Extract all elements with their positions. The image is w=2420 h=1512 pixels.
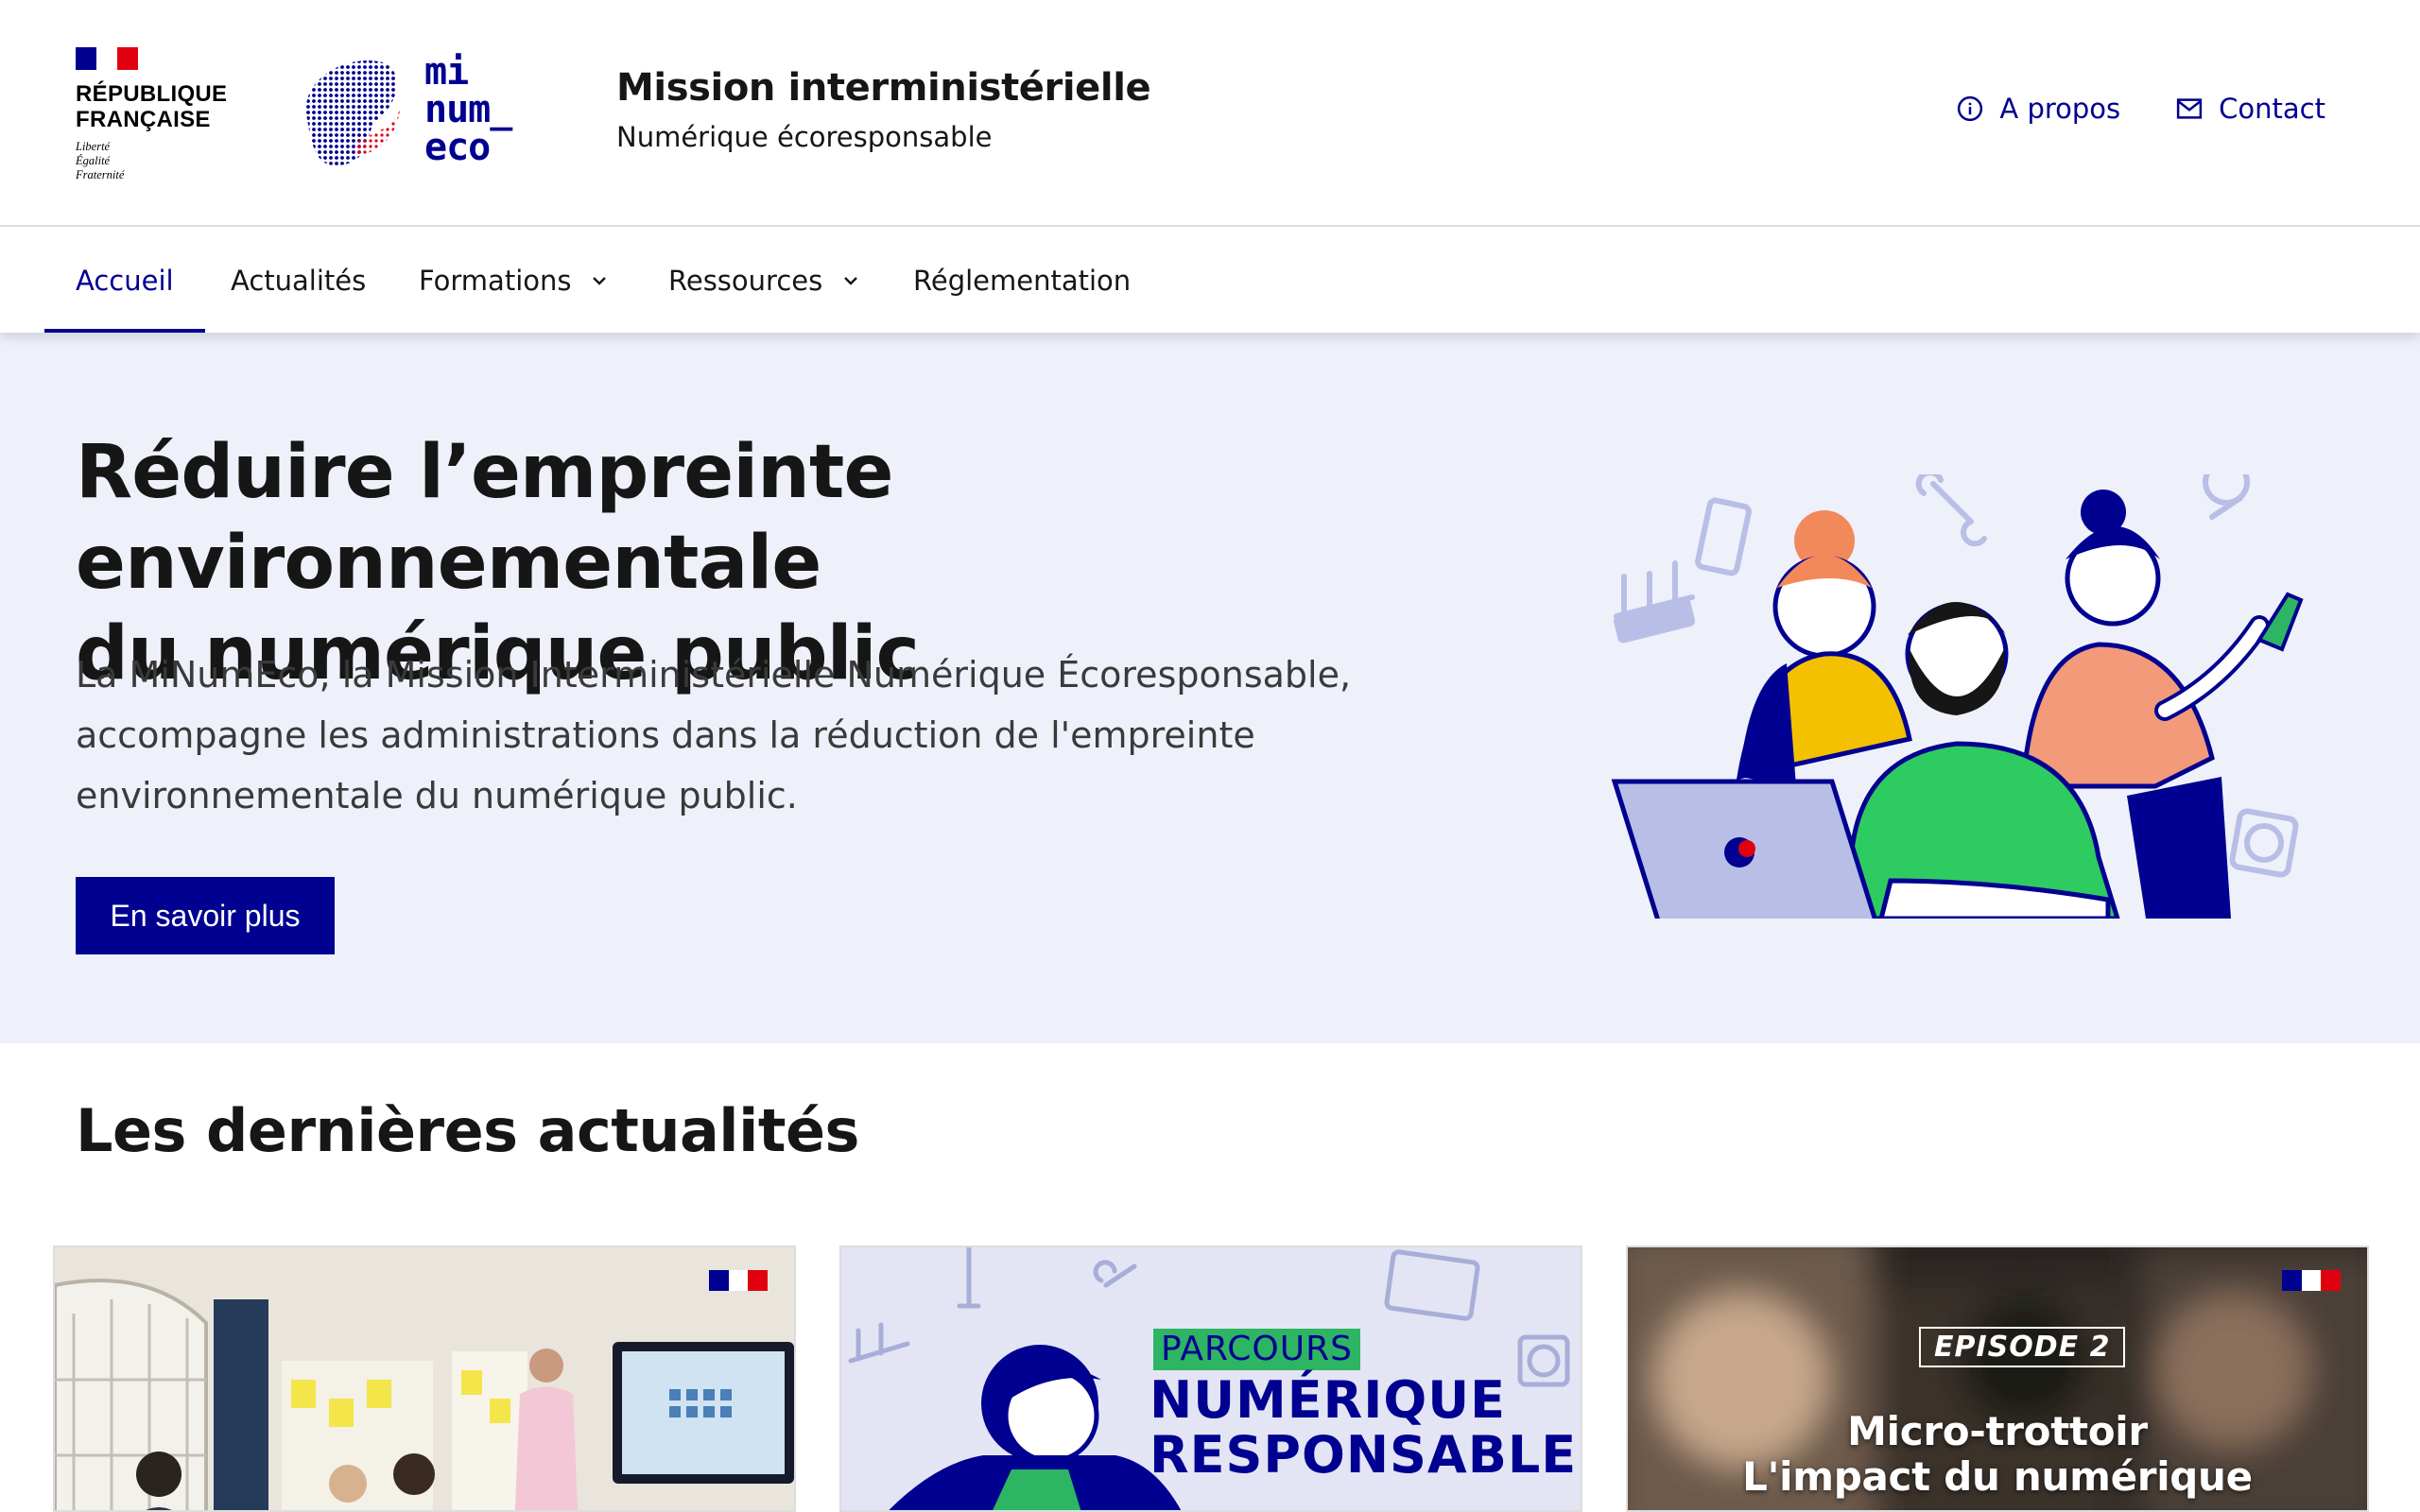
nav-item-actualites[interactable]: Actualités [231, 229, 366, 333]
parcours-label: PARCOURS [1153, 1329, 1360, 1370]
parcours-illustration: PARCOURS NUMÉRIQUE RESPONSABLE [841, 1247, 1581, 1510]
info-icon [1958, 95, 1983, 122]
french-flag-icon [2282, 1270, 2342, 1291]
hero-section: Réduire l’empreinte environnementale du … [0, 333, 2420, 1043]
video-title-line-2: L'impact du numérique [1742, 1453, 2253, 1500]
learn-more-button[interactable]: En savoir plus [76, 877, 335, 954]
minumeco-dot-emblem-icon [305, 60, 400, 166]
minumeco-logo[interactable]: mi num_ eco [288, 53, 558, 176]
republic-motto: Liberté Égalité Fraternité [76, 140, 125, 181]
main-navigation: Accueil Actualités Formations Ressources… [0, 229, 2420, 333]
chevron-down-icon [593, 277, 607, 285]
french-flag-icon [709, 1270, 769, 1291]
micro-trottoir-video-thumbnail: EPISODE 2 Micro-trottoir L'impact du num… [1628, 1247, 2367, 1510]
nav-item-accueil[interactable]: Accueil [44, 229, 204, 333]
nav-item-formations[interactable]: Formations [419, 229, 611, 333]
republique-francaise-logo[interactable]: RÉPUBLIQUE FRANÇAISE Liberté Égalité Fra… [76, 47, 236, 184]
marianne-flag-icon [76, 47, 138, 70]
episode-badge: EPISODE 2 [1919, 1327, 2126, 1367]
chevron-down-icon [844, 277, 858, 285]
mail-icon [2177, 98, 2203, 119]
parcours-title-line-1: NUMÉRIQUE [1150, 1370, 1506, 1430]
nav-item-reglementation[interactable]: Réglementation [913, 229, 1131, 333]
about-link[interactable]: A propos [1956, 93, 2120, 125]
site-header: RÉPUBLIQUE FRANÇAISE Liberté Égalité Fra… [0, 0, 2420, 227]
hero-description: La MiNumEco, la Mission Interministériel… [76, 654, 1352, 816]
team-at-laptop-illustration [1611, 474, 2304, 919]
news-card-1[interactable] [53, 1246, 796, 1512]
news-card-2[interactable]: PARCOURS NUMÉRIQUE RESPONSABLE [839, 1246, 1582, 1512]
service-tagline: Numérique écoresponsable [616, 121, 993, 153]
nav-item-ressources[interactable]: Ressources [668, 229, 862, 333]
news-section-title: Les dernières actualités [76, 1096, 859, 1165]
minumeco-wordmark: mi num_ eco [424, 50, 512, 169]
service-title[interactable]: Mission interministérielle [616, 66, 1151, 110]
republique-francaise-name: RÉPUBLIQUE FRANÇAISE [76, 81, 228, 132]
news-card-3[interactable]: EPISODE 2 Micro-trottoir L'impact du num… [1626, 1246, 2369, 1512]
meeting-room-photo [55, 1247, 794, 1510]
parcours-title-line-2: RESPONSABLE [1150, 1425, 1578, 1485]
contact-link[interactable]: Contact [2175, 93, 2325, 125]
video-title-line-1: Micro-trottoir [1847, 1408, 2148, 1454]
header-tools: A propos Contact [1956, 93, 2325, 125]
